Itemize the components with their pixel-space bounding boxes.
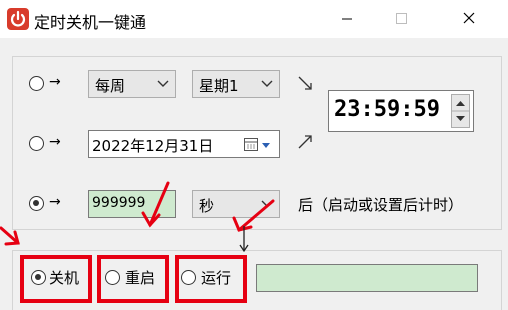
chevron-down-icon <box>157 80 169 87</box>
maximize-button[interactable] <box>378 0 424 38</box>
spinner-arrows-icon <box>452 101 469 121</box>
close-button[interactable] <box>446 0 492 38</box>
weekly-radio[interactable] <box>29 76 44 91</box>
arrow-to-shutdown <box>0 226 20 245</box>
weekday-value: 星期1 <box>199 77 239 95</box>
title-bar: 定时关机一键通 <box>0 0 508 38</box>
restart-radio[interactable] <box>105 270 120 285</box>
countdown-arrow: → <box>49 194 61 210</box>
date-picker[interactable]: 2022年12月31日 <box>88 130 280 158</box>
run-path-input[interactable] <box>256 264 478 292</box>
power-icon <box>7 8 29 30</box>
countdown-amount-value: 999999 <box>92 195 146 211</box>
maximize-icon <box>396 13 407 24</box>
weekly-arrow: → <box>49 74 61 90</box>
run-label: 运行 <box>201 269 232 287</box>
restart-label: 重启 <box>125 269 156 287</box>
minimize-button[interactable] <box>324 0 370 38</box>
shutdown-label: 关机 <box>49 269 80 287</box>
countdown-unit-select[interactable]: 秒 <box>192 190 280 218</box>
countdown-unit-value: 秒 <box>199 197 215 215</box>
countdown-amount-input[interactable]: 999999 <box>88 190 176 218</box>
shutdown-radio[interactable] <box>31 270 46 285</box>
time-value: 23:59:59 <box>334 97 440 122</box>
chevron-down-icon <box>261 80 273 87</box>
countdown-radio[interactable] <box>29 196 44 211</box>
calendar-icon[interactable] <box>243 137 275 153</box>
close-icon <box>463 12 475 24</box>
date-value: 2022年12月31日 <box>92 137 214 155</box>
period-value: 每周 <box>95 77 126 95</box>
window-title: 定时关机一键通 <box>34 13 147 32</box>
arrowhead-shutdown <box>4 230 20 246</box>
time-spinner[interactable] <box>451 94 470 128</box>
up-right-arrow-icon <box>298 135 312 149</box>
down-right-arrow-icon <box>298 76 312 90</box>
weekday-select[interactable]: 星期1 <box>192 70 280 98</box>
period-select[interactable]: 每周 <box>88 70 176 98</box>
date-radio[interactable] <box>29 136 44 151</box>
minimize-icon <box>342 18 352 20</box>
date-arrow: → <box>49 134 61 150</box>
countdown-suffix: 后（启动或设置后计时） <box>298 196 464 214</box>
chevron-down-icon <box>261 200 273 207</box>
run-radio[interactable] <box>181 270 196 285</box>
